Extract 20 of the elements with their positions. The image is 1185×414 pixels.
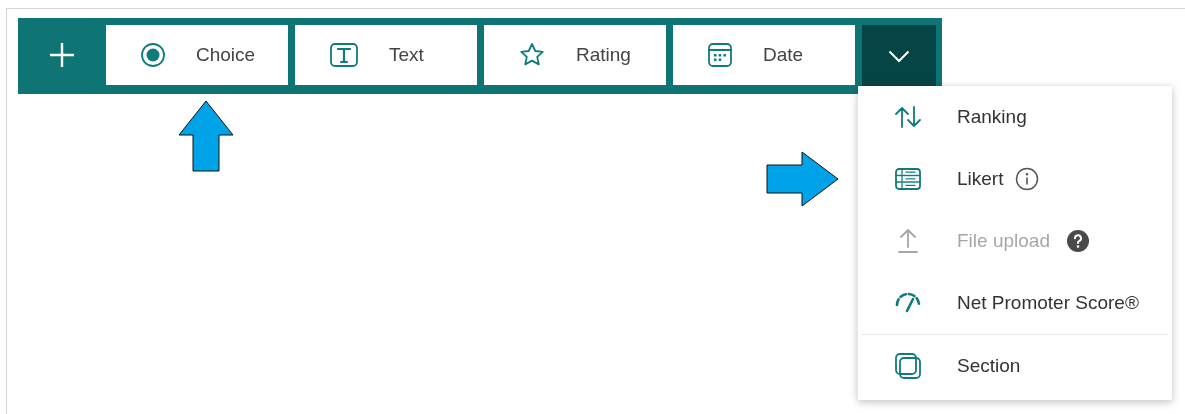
text-box-icon bbox=[329, 42, 359, 68]
upload-icon bbox=[895, 227, 920, 255]
question-type-button[interactable]: Text bbox=[295, 25, 477, 85]
menu-item[interactable]: Ranking bbox=[858, 86, 1172, 148]
more-button[interactable] bbox=[862, 25, 936, 88]
menu-item[interactable]: Net Promoter Score® bbox=[858, 272, 1172, 334]
question-type-button[interactable]: Rating bbox=[484, 25, 666, 85]
menu-item[interactable]: Section bbox=[858, 335, 1172, 397]
grid-list-icon bbox=[893, 167, 922, 191]
menu-item[interactable]: Likert bbox=[858, 148, 1172, 210]
stacked-squares-icon bbox=[893, 352, 922, 380]
info-icon[interactable] bbox=[1015, 167, 1040, 191]
gauge-icon bbox=[893, 292, 922, 314]
up-down-arrows-icon bbox=[893, 105, 922, 129]
plus-icon bbox=[48, 41, 76, 69]
question-type-button[interactable]: Date bbox=[673, 25, 855, 85]
question-type-button[interactable]: Choice bbox=[106, 25, 288, 85]
radio-icon bbox=[140, 42, 166, 68]
chevron-down-icon bbox=[888, 50, 910, 63]
calendar-icon bbox=[707, 42, 733, 68]
